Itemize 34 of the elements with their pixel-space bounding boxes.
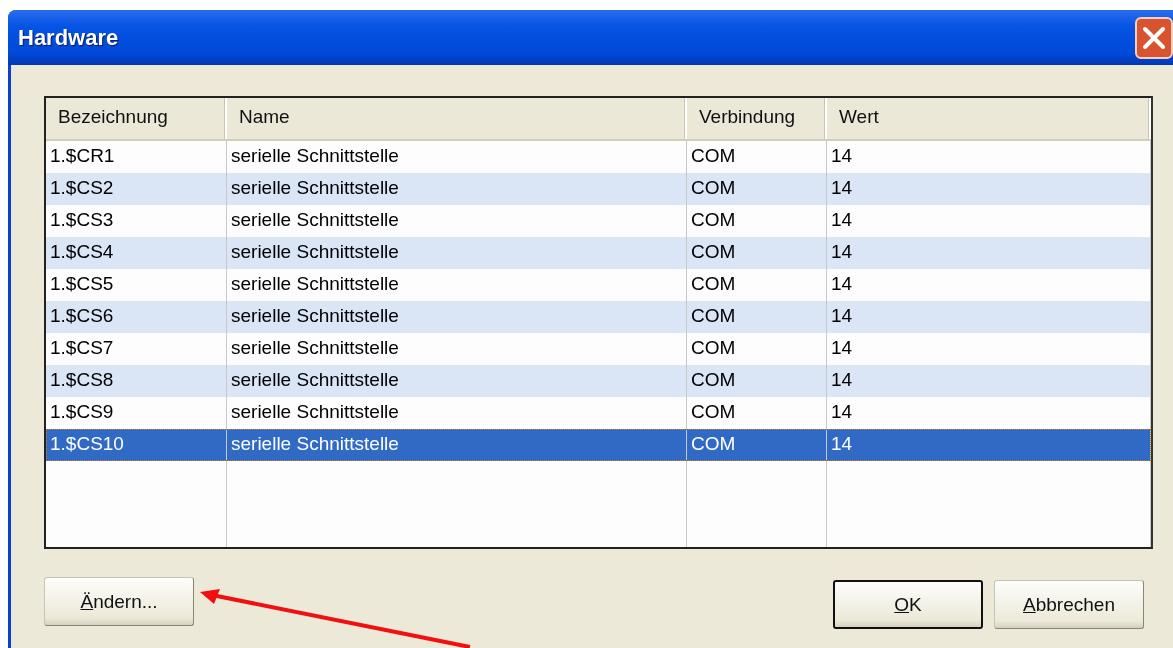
- column-header[interactable]: Wert: [827, 98, 1151, 139]
- table-cell: 14: [827, 173, 1151, 205]
- table-cell: serielle Schnittstelle: [227, 301, 687, 333]
- column-header[interactable]: Name: [227, 98, 687, 139]
- table-cell: COM: [687, 365, 827, 397]
- dialog-button[interactable]: Abbrechen: [994, 580, 1144, 629]
- table-cell: serielle Schnittstelle: [227, 237, 687, 269]
- table-cell: COM: [687, 429, 827, 461]
- table-cell: serielle Schnittstelle: [227, 173, 687, 205]
- table-cell: 14: [827, 429, 1151, 461]
- table-cell: serielle Schnittstelle: [227, 365, 687, 397]
- column-header[interactable]: Verbindung: [687, 98, 827, 139]
- table-row[interactable]: 1.$CS2 serielle Schnittstelle COM 14: [46, 173, 1151, 205]
- table-cell: 14: [827, 301, 1151, 333]
- table-cell: 14: [827, 365, 1151, 397]
- table-row[interactable]: 1.$CS6 serielle Schnittstelle COM 14: [46, 301, 1151, 333]
- close-icon[interactable]: [1135, 16, 1173, 59]
- table-cell: 1.$CS4: [46, 237, 227, 269]
- table-row[interactable]: 1.$CS4 serielle Schnittstelle COM 14: [46, 237, 1151, 269]
- window-title: Hardware: [18, 24, 119, 51]
- table-cell: COM: [687, 237, 827, 269]
- table-cell: 1.$CS10: [46, 429, 227, 461]
- table-cell: 1.$CS6: [46, 301, 227, 333]
- table-row[interactable]: 1.$CS8 serielle Schnittstelle COM 14: [46, 365, 1151, 397]
- table-cell: 14: [827, 237, 1151, 269]
- dialog-button[interactable]: OK: [833, 580, 983, 629]
- column-header[interactable]: Bezeichnung: [46, 98, 227, 139]
- table-row[interactable]: 1.$CS10 serielle Schnittstelle COM 14: [46, 429, 1151, 461]
- change-button[interactable]: Ändern...: [44, 577, 194, 626]
- table-cell: COM: [687, 173, 827, 205]
- table-cell: serielle Schnittstelle: [227, 429, 687, 461]
- table-cell: 1.$CS8: [46, 365, 227, 397]
- table-cell: COM: [687, 301, 827, 333]
- table-cell: 1.$CS2: [46, 173, 227, 205]
